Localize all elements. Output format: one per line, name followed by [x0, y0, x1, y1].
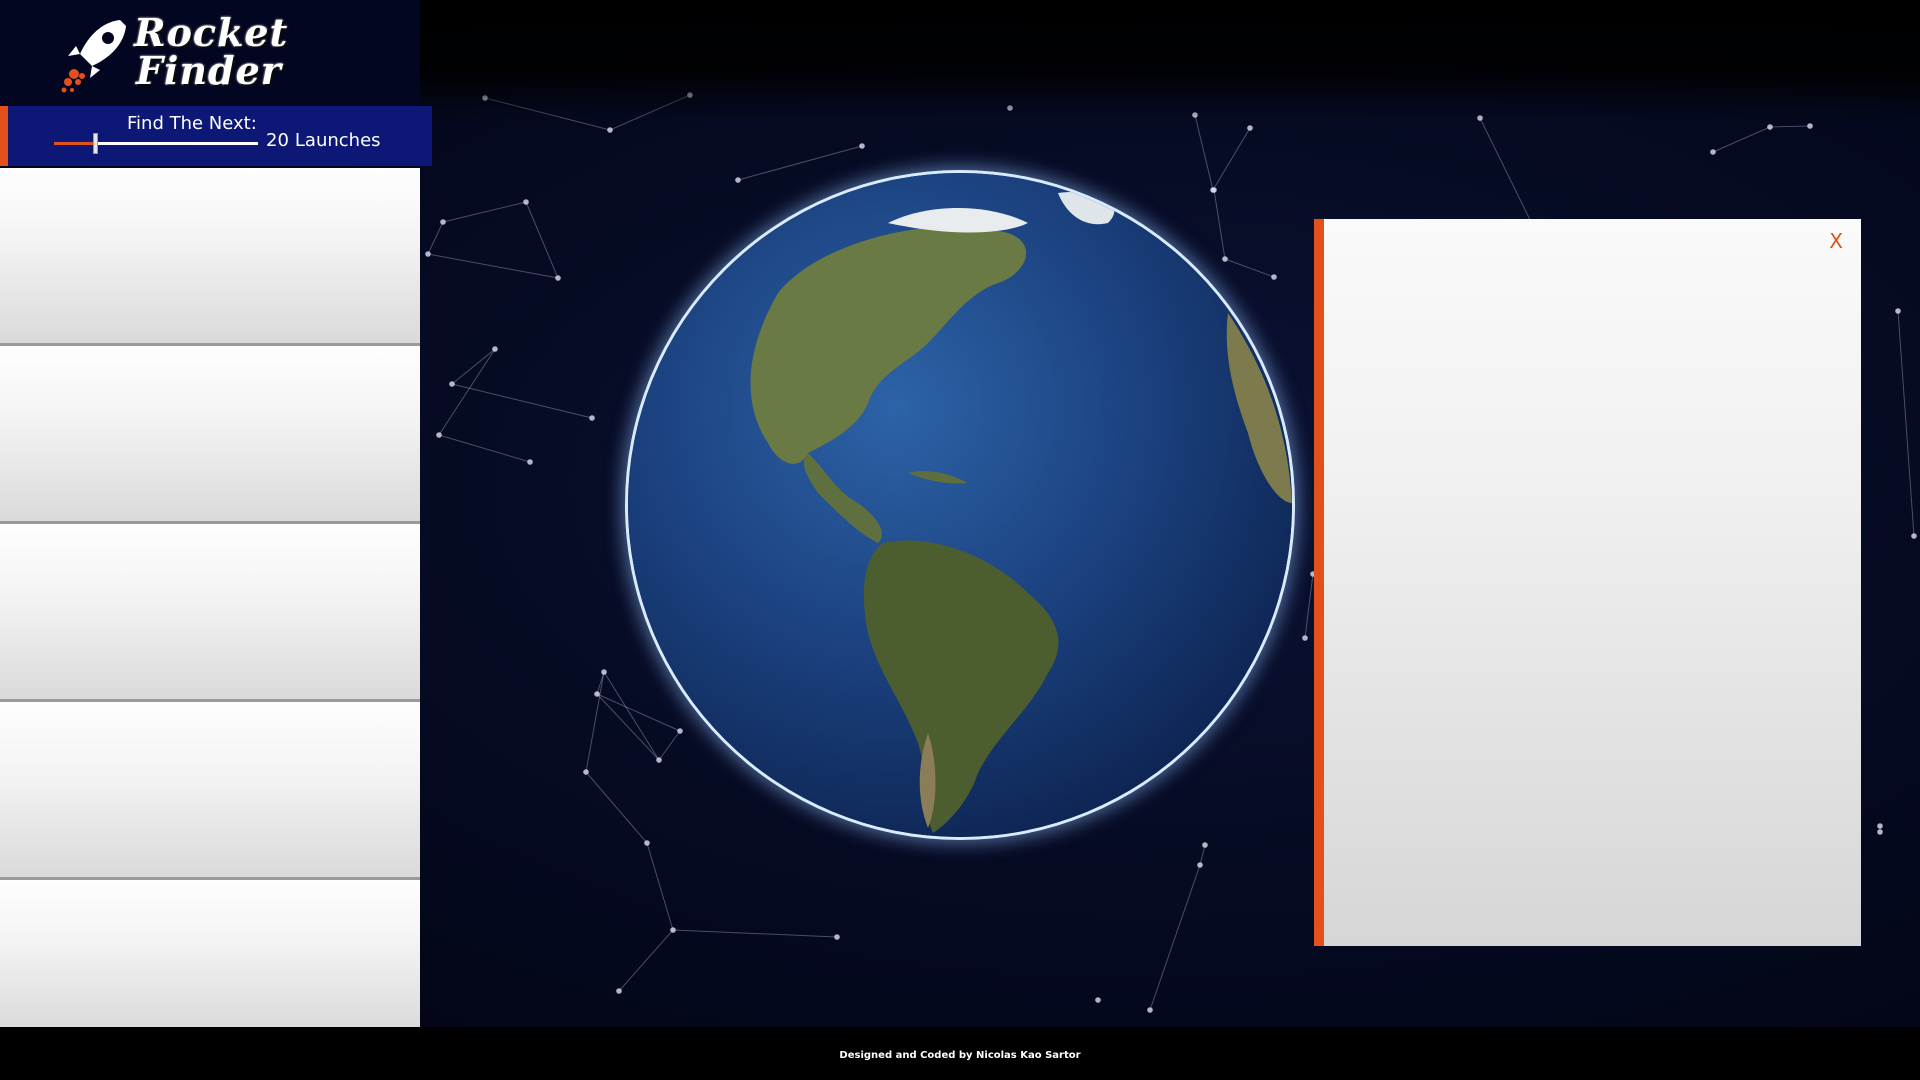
network-node	[527, 459, 533, 465]
network-line	[1479, 117, 1536, 231]
network-line	[451, 383, 593, 419]
launch-card[interactable]	[0, 880, 420, 1030]
network-node	[1302, 635, 1308, 641]
network-node	[523, 199, 529, 205]
network-line	[1149, 864, 1201, 1011]
launch-card[interactable]	[0, 524, 420, 702]
rocket-icon	[61, 20, 126, 93]
launch-card[interactable]	[0, 346, 420, 524]
network-line	[585, 671, 605, 773]
network-line	[672, 929, 838, 938]
slider-thumb[interactable]	[92, 133, 98, 154]
network-node	[1877, 823, 1883, 829]
footer: Designed and Coded by Nicolas Kao Sartor	[0, 1027, 1920, 1080]
network-line	[525, 201, 559, 279]
network-node	[449, 381, 455, 387]
launch-card[interactable]	[0, 168, 420, 346]
network-node	[1710, 149, 1716, 155]
network-line	[1199, 844, 1206, 866]
network-node	[440, 219, 446, 225]
network-node	[607, 127, 613, 133]
network-node	[644, 840, 650, 846]
network-node	[555, 275, 561, 281]
network-node	[1767, 124, 1773, 130]
network-node	[1147, 1007, 1153, 1013]
network-node	[1247, 125, 1253, 131]
network-node	[1911, 533, 1917, 539]
logo-text: Rocket Finder	[134, 14, 288, 90]
network-line	[442, 201, 527, 223]
network-node	[1197, 862, 1203, 868]
network-node	[1095, 997, 1101, 1003]
logo-line-2: Finder	[136, 48, 282, 93]
network-line	[1304, 573, 1314, 639]
network-line	[427, 253, 559, 279]
network-line	[438, 434, 531, 463]
launch-count-number: 20	[266, 130, 289, 151]
top-band	[420, 0, 1920, 120]
network-line	[1712, 126, 1771, 153]
slider-fill	[54, 142, 95, 145]
continents	[750, 192, 1292, 833]
earth-globe[interactable]	[628, 173, 1292, 837]
footer-credit: Designed and Coded by Nicolas Kao Sartor	[839, 1050, 1081, 1061]
network-line	[1769, 125, 1811, 128]
network-node	[601, 669, 607, 675]
network-line	[427, 221, 444, 255]
network-node	[834, 934, 840, 940]
network-line	[618, 929, 674, 992]
network-node	[589, 415, 595, 421]
network-line	[646, 842, 674, 931]
network-node	[1202, 842, 1208, 848]
logo[interactable]: Rocket Finder	[0, 0, 420, 106]
network-node	[594, 691, 600, 697]
close-button[interactable]: X	[1829, 229, 1843, 253]
launch-detail-panel: X	[1314, 219, 1861, 946]
network-node	[492, 346, 498, 352]
finder-label: Find The Next:	[127, 113, 257, 134]
launch-finder-control: Find The Next: 20 Launches	[0, 106, 432, 166]
launch-count-slider[interactable]	[54, 133, 258, 154]
network-line	[1897, 310, 1915, 537]
launch-count-unit: Launches	[294, 130, 381, 151]
network-node	[1807, 123, 1813, 129]
network-node	[436, 432, 442, 438]
network-node	[583, 769, 589, 775]
network-node	[670, 927, 676, 933]
launch-card[interactable]	[0, 702, 420, 880]
network-node	[616, 988, 622, 994]
network-node	[859, 143, 865, 149]
network-node	[1895, 308, 1901, 314]
network-line	[451, 348, 496, 385]
network-node	[1877, 829, 1883, 835]
app-root: Rocket Finder Find The Next: 20 Launches …	[0, 0, 1920, 1080]
logo-line-1: Rocket	[134, 10, 289, 55]
sidebar: Rocket Finder Find The Next: 20 Launches	[0, 0, 432, 1030]
network-node	[425, 251, 431, 257]
launch-list	[0, 168, 420, 1030]
launch-count: 20 Launches	[266, 130, 387, 151]
